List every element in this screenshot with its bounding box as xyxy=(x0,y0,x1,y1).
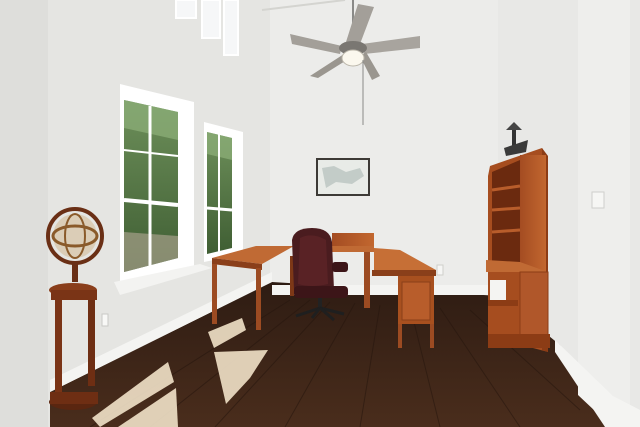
right-wall-corner xyxy=(578,0,630,427)
left-wall-pillar xyxy=(0,0,48,427)
back-wall-outlet-icon xyxy=(436,264,444,276)
paper-stack xyxy=(490,280,506,300)
chair-seat xyxy=(294,286,348,298)
bookshelf-side-panel xyxy=(520,155,546,273)
room-photo xyxy=(0,0,640,427)
framed-map xyxy=(316,158,370,196)
window-right xyxy=(204,122,243,262)
wall-outlet-icon xyxy=(101,313,109,327)
right-wall-switch-icon xyxy=(591,191,605,209)
fan-light-icon xyxy=(341,49,365,67)
